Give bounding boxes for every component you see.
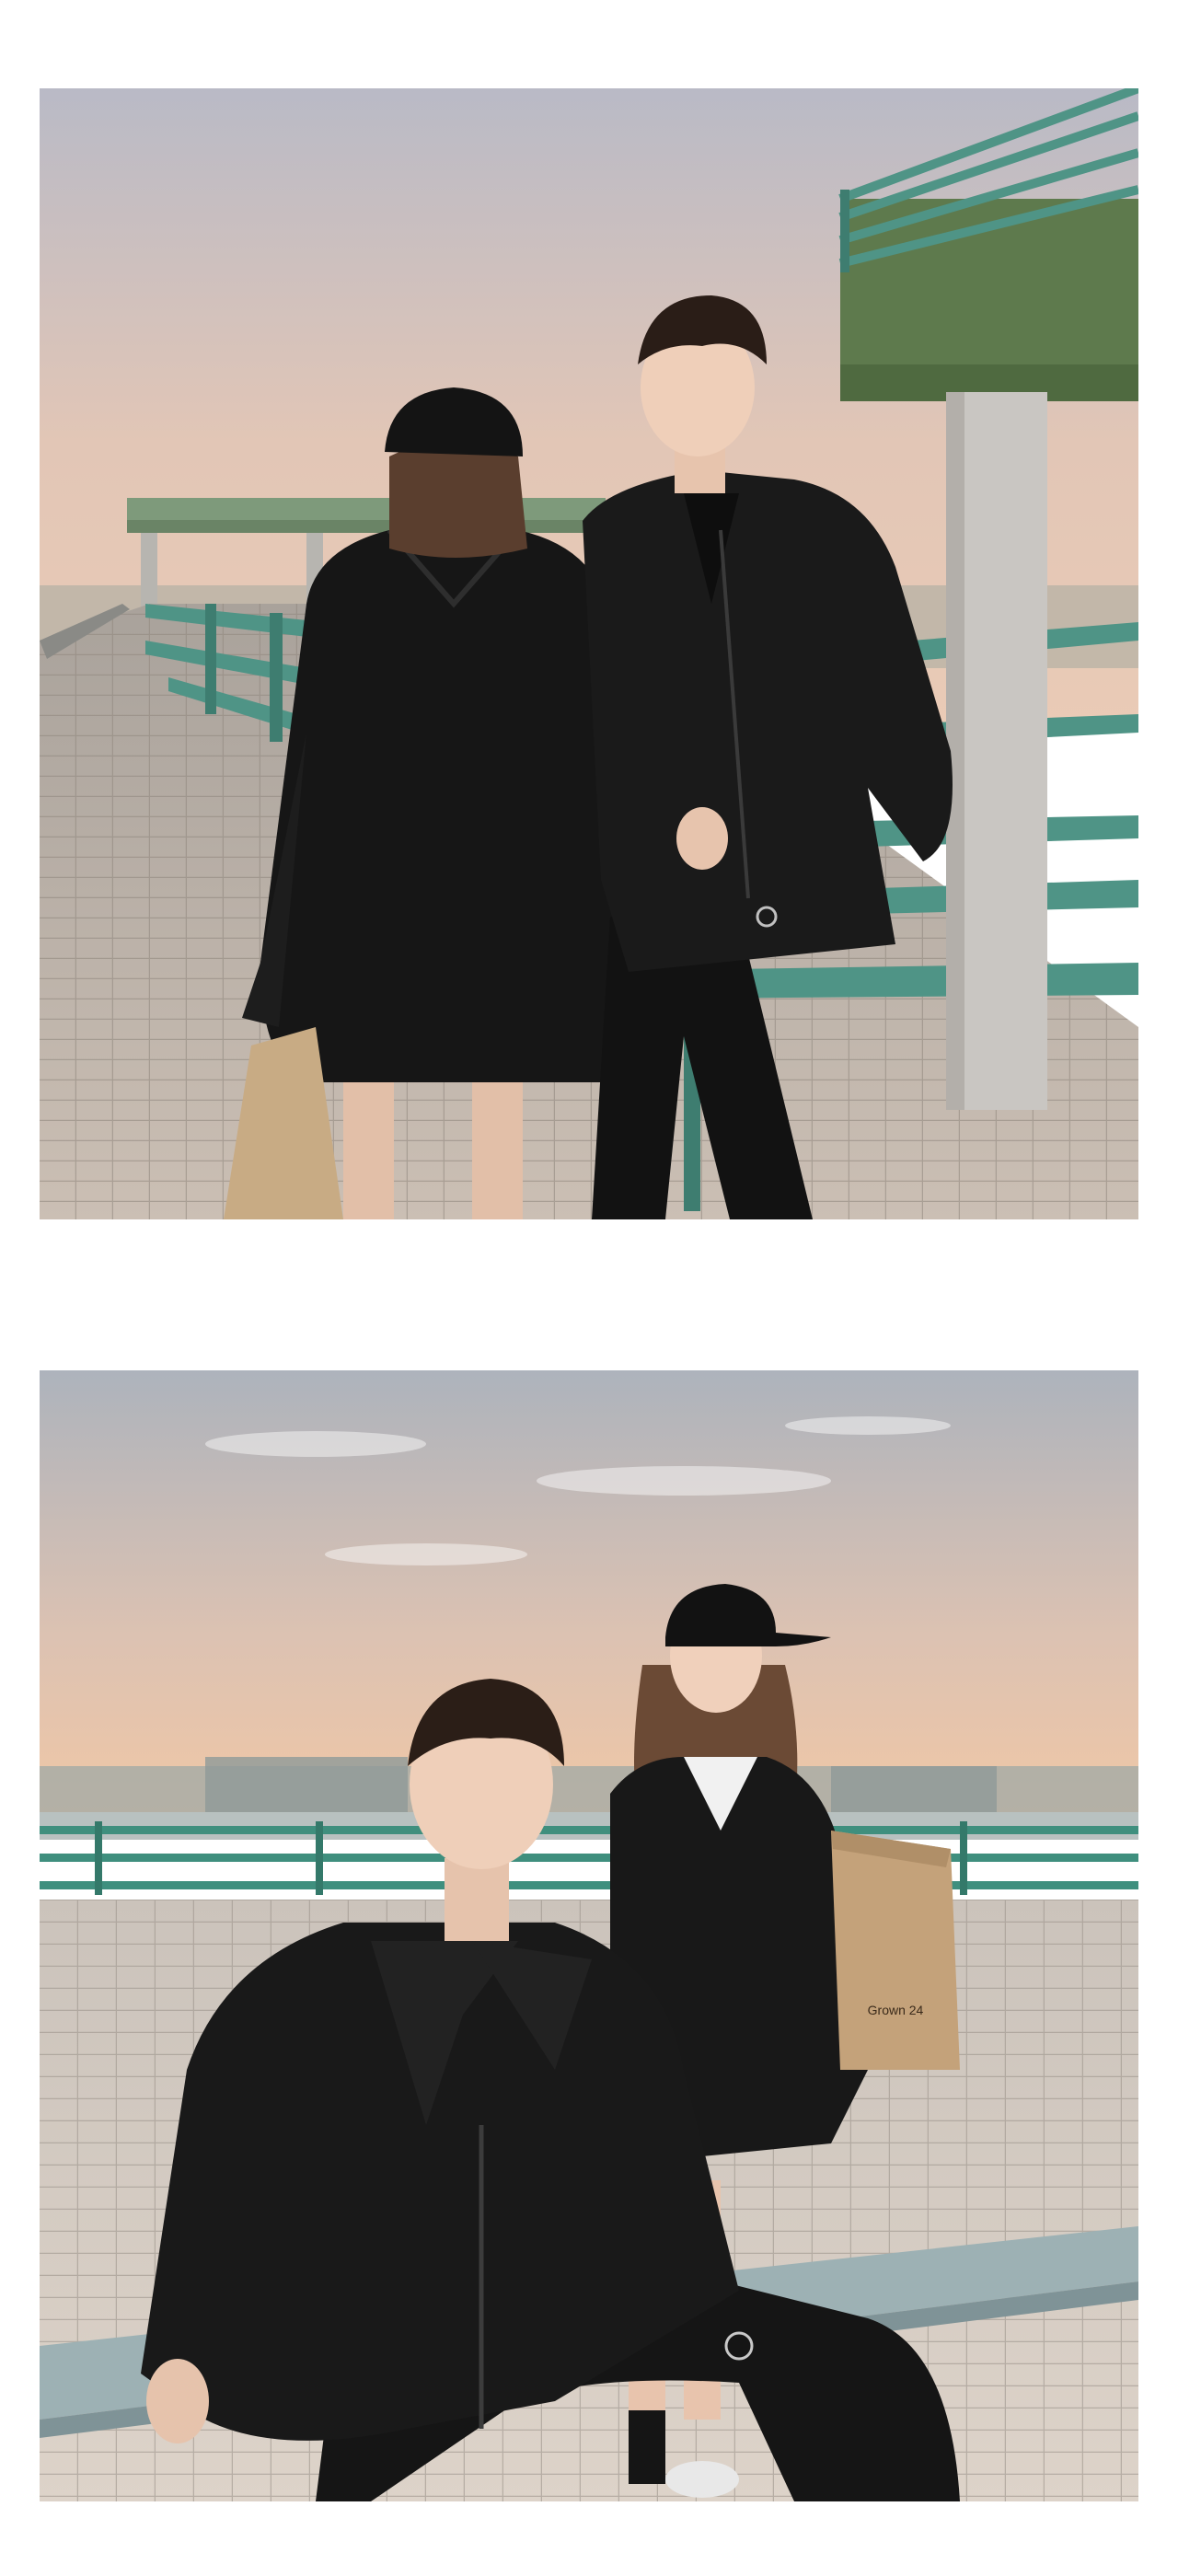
sunset-sky [40,1370,1138,1812]
photo-rooftop-walkway-image [40,88,1138,1219]
photo-rooftop-sunset: Grown 24 [40,1370,1138,2501]
green-railing-2 [40,1821,1138,1895]
distant-overpass [127,498,606,520]
bag-print-text: Grown 24 [868,2003,924,2017]
paper-bag-2: Grown 24 [831,1831,960,2070]
photo-rooftop-walkway [40,88,1138,1219]
photo-rooftop-sunset-image: Grown 24 [40,1370,1138,2501]
